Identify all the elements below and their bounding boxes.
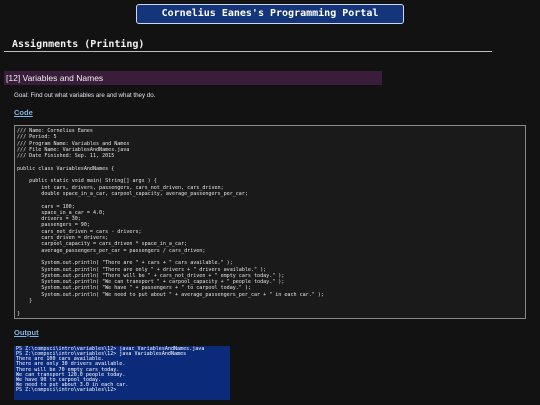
console-output: PS Z:\compsci\intro\variables\12> javac … <box>14 346 230 400</box>
code-block: /// Name: Cornelius Eanes/// Period: 5//… <box>14 125 526 319</box>
console-line: PS Z:\compsci\intro\variables\12> <box>16 387 120 394</box>
portal-title-banner: Cornelius Eanes's Programming Portal <box>136 4 404 24</box>
section-divider <box>4 51 492 52</box>
code-line: } <box>17 310 21 317</box>
section-title: Assignments (Printing) <box>12 39 145 50</box>
code-link[interactable]: Code <box>14 108 33 117</box>
assignment-goal: Goal: Find out what variables are and wh… <box>14 92 156 99</box>
assignment-title: [12] Variables and Names <box>4 71 382 85</box>
output-link[interactable]: Output <box>14 328 39 337</box>
